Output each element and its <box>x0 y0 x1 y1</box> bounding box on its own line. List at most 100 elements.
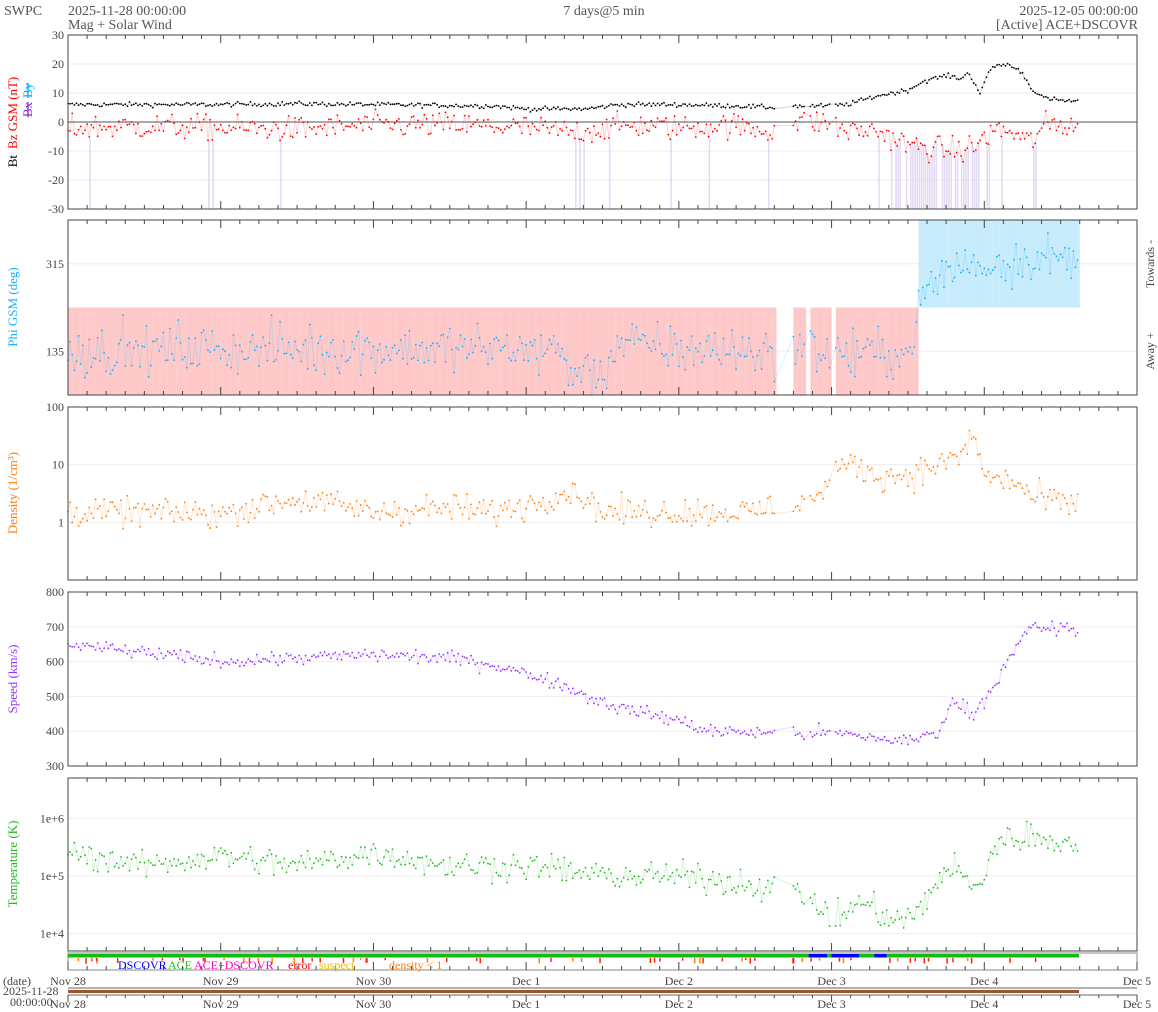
bz-point <box>656 117 659 120</box>
speed-point <box>582 693 585 696</box>
temperature-point <box>544 863 547 866</box>
phi-point <box>563 358 566 360</box>
density-point <box>325 494 328 496</box>
temperature-point <box>154 864 156 867</box>
speed-point <box>731 728 733 731</box>
density-point <box>631 516 634 519</box>
phi-point <box>147 376 150 378</box>
density-point <box>970 437 973 440</box>
bz-point <box>289 135 292 138</box>
speed-point <box>1053 627 1056 629</box>
speed-point <box>862 737 865 739</box>
bz-negative-band <box>579 139 581 209</box>
speed-point <box>319 651 322 654</box>
bz-point <box>1064 127 1066 129</box>
density-point <box>521 517 523 520</box>
bz-point <box>325 134 328 137</box>
bt-point <box>527 106 530 109</box>
density-point <box>368 506 371 509</box>
phi-point <box>737 352 740 355</box>
bt-point <box>762 105 765 108</box>
density-point <box>457 503 460 506</box>
density-point <box>813 500 816 502</box>
temperature-point <box>378 862 381 865</box>
phi-point <box>414 343 417 346</box>
bt-point <box>637 101 640 103</box>
away-sector-band <box>598 307 601 395</box>
bt-point <box>143 103 146 105</box>
error-flag-mark <box>909 958 912 963</box>
temperature-point <box>88 846 91 848</box>
away-sector-band <box>532 307 535 395</box>
density-point <box>578 497 581 500</box>
phi-point <box>474 344 477 347</box>
mag-ytick-label: 0 <box>58 115 64 129</box>
temperature-point <box>726 876 729 879</box>
away-sector-band <box>263 307 266 395</box>
density-point <box>601 516 604 519</box>
bt-point <box>166 104 169 106</box>
bt-point <box>754 106 757 109</box>
temperature-point <box>317 860 320 862</box>
density-point <box>98 505 101 507</box>
phi-point <box>270 314 273 317</box>
density-point <box>849 454 852 456</box>
error-flag-mark <box>580 958 583 963</box>
temperature-point <box>207 859 209 862</box>
bt-point <box>474 103 477 106</box>
away-sector-band <box>367 307 370 395</box>
bt-point <box>160 103 163 106</box>
density-point <box>680 517 682 520</box>
bt-point <box>977 89 979 92</box>
speed-point <box>941 721 943 724</box>
speed-point <box>890 742 892 744</box>
speed-point <box>703 727 706 730</box>
temperature-point <box>612 880 614 883</box>
away-sector-band <box>485 307 489 395</box>
bt-point <box>820 102 822 105</box>
temperature-point <box>285 871 288 874</box>
bt-point <box>616 103 619 106</box>
bt-point <box>557 106 559 108</box>
speed-point <box>1017 642 1020 645</box>
phi-point <box>718 358 721 361</box>
density-point <box>669 516 672 519</box>
bz-point <box>115 129 118 132</box>
bt-point <box>839 102 841 105</box>
speed-point <box>497 665 500 667</box>
temperature-point <box>113 865 116 868</box>
bt-point <box>207 104 209 107</box>
phi-point <box>497 339 500 342</box>
away-sector-band <box>642 307 645 395</box>
phi-point <box>692 364 695 367</box>
towards-sector-band <box>1028 220 1032 308</box>
bt-point <box>678 104 680 107</box>
density-point <box>194 501 197 503</box>
bz-point <box>694 136 697 139</box>
phi-point <box>183 356 186 358</box>
phi-point <box>364 339 366 342</box>
density-point <box>75 506 78 509</box>
density-point <box>122 527 124 530</box>
bz-point <box>1061 132 1064 135</box>
bt-point <box>260 105 262 108</box>
bz-point <box>943 155 945 158</box>
span-label: 7 days@5 min <box>563 4 644 19</box>
density-point <box>506 508 508 510</box>
density-point <box>402 521 404 524</box>
away-sector-band <box>364 307 368 395</box>
bz-negative-band <box>280 140 282 209</box>
towards-sector-band <box>1013 220 1017 308</box>
error-flag-mark <box>538 958 541 964</box>
towards-sector-band <box>1041 220 1044 308</box>
error-flag-mark <box>896 958 899 962</box>
phi-point <box>762 342 765 344</box>
temperature-point <box>610 872 612 875</box>
temperature-point <box>404 863 407 866</box>
phi-point <box>862 347 865 350</box>
phi-point <box>154 340 156 343</box>
bz-point <box>538 129 540 132</box>
bz-point <box>147 130 150 133</box>
bt-point <box>624 106 627 109</box>
bz-point <box>198 121 201 124</box>
